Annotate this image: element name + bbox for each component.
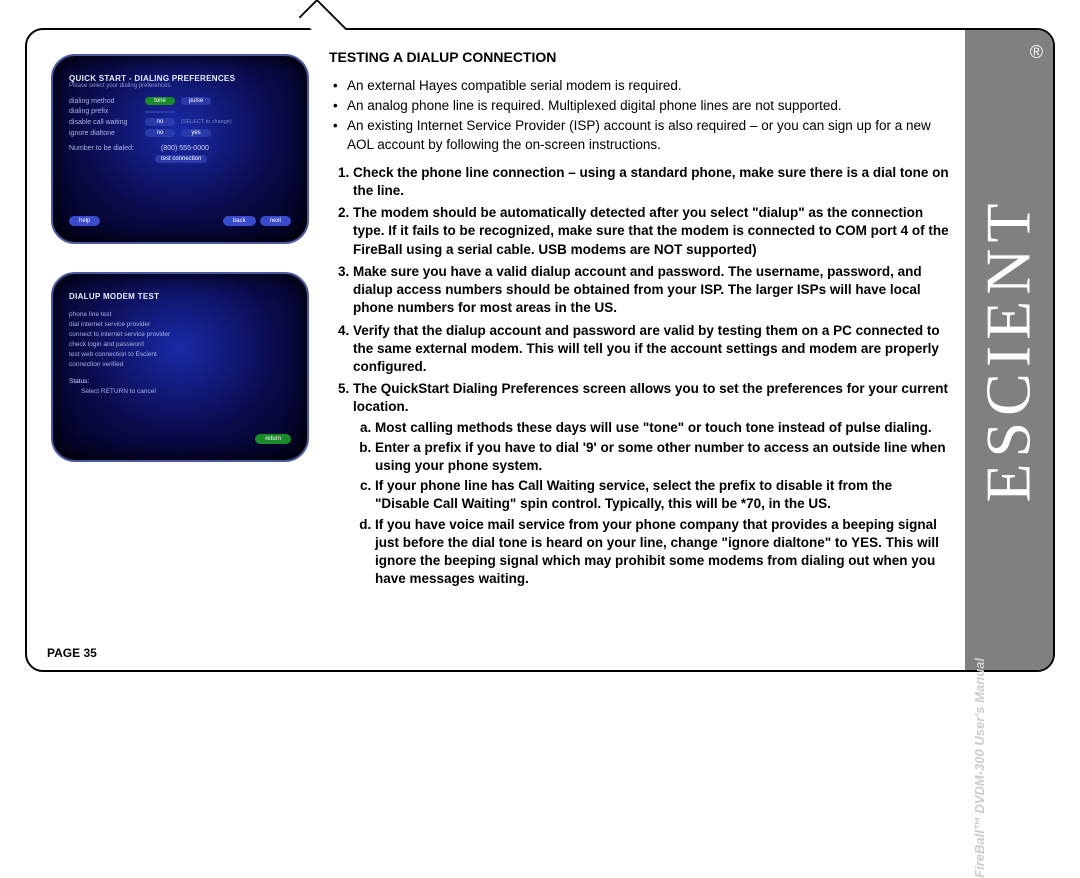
intro-bullet: An analog phone line is required. Multip…	[329, 97, 949, 115]
screen1-number-label: Number to be dialed:	[69, 145, 155, 152]
screen1-number-value: (800) 555-0000	[161, 145, 209, 152]
content-area: QUICK START - DIALING PREFERENCES Please…	[27, 30, 965, 670]
screen1-next-button: next	[260, 216, 291, 226]
screen1-row-label: disable call waiting	[69, 119, 139, 126]
page-number: PAGE 35	[47, 646, 97, 660]
screen1-row-value	[145, 111, 175, 113]
step: The modem should be automatically detect…	[353, 204, 949, 259]
screen1-row: dialing method tone pulse	[69, 97, 291, 105]
step: Check the phone line connection – using …	[353, 164, 949, 200]
screen2-line: connect to internet service provider	[69, 331, 291, 338]
screen1-row: ignore dialtone no yes	[69, 129, 291, 137]
screen2-status-label: Status:	[69, 378, 291, 385]
step: The QuickStart Dialing Preferences scree…	[353, 380, 949, 588]
substep: Most calling methods these days will use…	[375, 419, 949, 437]
registered-icon: ®	[1030, 42, 1043, 63]
screen2-line: phone line test	[69, 311, 291, 318]
intro-bullet: An external Hayes compatible serial mode…	[329, 77, 949, 95]
screen1-row-alt: pulse	[181, 97, 211, 105]
intro-bullet: An existing Internet Service Provider (I…	[329, 117, 949, 153]
product-line-label: FireBall™ DVDM-300 User's Manual	[972, 658, 987, 878]
brand-sidebar: ® ESCIENT FireBall™ DVDM-300 User's Manu…	[965, 30, 1053, 670]
screen1-row: dialing prefix	[69, 108, 291, 115]
step: Make sure you have a valid dialup accoun…	[353, 263, 949, 318]
screen1-back-button: back	[223, 216, 256, 226]
screen1-row-label: ignore dialtone	[69, 130, 139, 137]
screen1-row-alt: yes	[181, 129, 211, 137]
screen1-row-label: dialing prefix	[69, 108, 139, 115]
screen2-status-block: Status: Select RETURN to cancel	[69, 378, 291, 395]
screen1-test-row: test connection	[69, 155, 291, 163]
screen2-line: connection verified	[69, 361, 291, 368]
screenshot-dialing-preferences: QUICK START - DIALING PREFERENCES Please…	[51, 54, 309, 244]
screen2-return-button: return	[255, 434, 291, 444]
step: Verify that the dialup account and passw…	[353, 322, 949, 377]
screenshot-modem-test: DIALUP MODEM TEST phone line test dial i…	[51, 272, 309, 462]
screen1-number-row: Number to be dialed: (800) 555-0000	[69, 145, 291, 152]
screen2-line: test web connection to Escient	[69, 351, 291, 358]
screen1-row-label: dialing method	[69, 98, 139, 105]
screen2-button-row: return	[69, 434, 291, 444]
screen1-row-hint: (SELECT to change)	[181, 119, 232, 125]
screen2-status-text: Select RETURN to cancel	[81, 388, 291, 395]
page-frame: ® ESCIENT FireBall™ DVDM-300 User's Manu…	[25, 28, 1055, 672]
numbered-steps: Check the phone line connection – using …	[329, 164, 949, 589]
screen1-button-row: help back next	[69, 216, 291, 226]
screen1-subheader: Please select your dialing preferences.	[69, 83, 291, 89]
screen2-line: dial internet service provider	[69, 321, 291, 328]
substep: If you have voice mail service from your…	[375, 516, 949, 589]
substep: If your phone line has Call Waiting serv…	[375, 477, 949, 513]
screen1-row-value: no	[145, 118, 175, 126]
screen2-line: check login and password	[69, 341, 291, 348]
screen1-row: disable call waiting no (SELECT to chang…	[69, 118, 291, 126]
intro-bullets: An external Hayes compatible serial mode…	[329, 77, 949, 154]
screen1-header: QUICK START - DIALING PREFERENCES	[69, 74, 291, 83]
screenshot-column: QUICK START - DIALING PREFERENCES Please…	[51, 54, 309, 490]
brand-logo-text: ESCIENT	[972, 197, 1046, 502]
section-title: TESTING A DIALUP CONNECTION	[329, 48, 949, 67]
step-text: The QuickStart Dialing Preferences scree…	[353, 381, 948, 414]
screen1-test-connection: test connection	[155, 155, 207, 163]
screen1-help-button: help	[69, 216, 100, 226]
sub-steps: Most calling methods these days will use…	[353, 419, 949, 589]
substep: Enter a prefix if you have to dial '9' o…	[375, 439, 949, 475]
screen1-row-value: no	[145, 129, 175, 137]
text-column: TESTING A DIALUP CONNECTION An external …	[329, 48, 949, 634]
screen2-header: DIALUP MODEM TEST	[69, 292, 291, 301]
screen1-row-value: tone	[145, 97, 175, 105]
